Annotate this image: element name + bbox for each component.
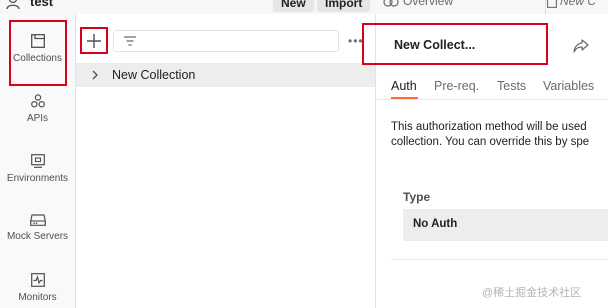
sidebar-item-label: APIs bbox=[26, 113, 49, 124]
auth-description-line: This authorization method will be used bbox=[391, 121, 587, 133]
sidebar-item-label: Environments bbox=[6, 173, 69, 184]
tab-tests[interactable]: Tests bbox=[497, 79, 526, 93]
section-divider bbox=[391, 259, 608, 260]
filter-input[interactable] bbox=[113, 30, 339, 52]
overview-icon bbox=[383, 0, 399, 7]
sidebar-item-mock-servers[interactable]: Mock Servers bbox=[0, 214, 75, 242]
sidebar-item-monitors[interactable]: Monitors bbox=[0, 273, 75, 303]
tab-divider-line bbox=[376, 99, 608, 100]
tab-overview[interactable]: Overview bbox=[403, 0, 453, 8]
collection-name[interactable]: New Collection bbox=[112, 68, 195, 82]
monitors-icon bbox=[30, 273, 45, 287]
sidebar-item-label: Monitors bbox=[18, 292, 57, 303]
auth-description: This authorization method will be used c… bbox=[391, 120, 608, 150]
import-button[interactable]: Import bbox=[317, 0, 371, 12]
apis-icon bbox=[30, 94, 45, 108]
type-label: Type bbox=[403, 190, 431, 204]
mock-servers-icon bbox=[29, 214, 46, 226]
new-button[interactable]: New bbox=[273, 0, 314, 12]
workspace-user-icon bbox=[6, 0, 20, 9]
watermark: @稀土掘金技术社区 bbox=[482, 287, 582, 299]
collections-panel bbox=[76, 14, 375, 308]
filter-icon[interactable] bbox=[123, 35, 137, 47]
tab-variables[interactable]: Variables bbox=[543, 79, 594, 93]
highlight-box-add bbox=[80, 27, 108, 54]
environments-icon bbox=[30, 154, 45, 168]
tab-pre-request[interactable]: Pre-req. bbox=[434, 79, 479, 93]
share-icon[interactable] bbox=[572, 38, 590, 54]
auth-description-line: collection. You can override this by spe bbox=[391, 136, 590, 148]
tab-new-collection[interactable]: New C bbox=[560, 0, 596, 8]
sidebar-item-label: Mock Servers bbox=[6, 231, 69, 242]
sidebar-item-apis[interactable]: APIs bbox=[0, 94, 75, 124]
collection-tab-icon bbox=[547, 0, 557, 8]
tab-auth[interactable]: Auth bbox=[391, 79, 417, 93]
highlight-box-title bbox=[362, 23, 548, 65]
highlight-box-collections bbox=[9, 20, 67, 86]
auth-type-value[interactable]: No Auth bbox=[413, 218, 457, 230]
sidebar-item-environments[interactable]: Environments bbox=[0, 154, 75, 184]
workspace-name[interactable]: test bbox=[30, 0, 53, 9]
chevron-right-icon[interactable] bbox=[90, 69, 100, 81]
tab-divider bbox=[545, 0, 546, 14]
